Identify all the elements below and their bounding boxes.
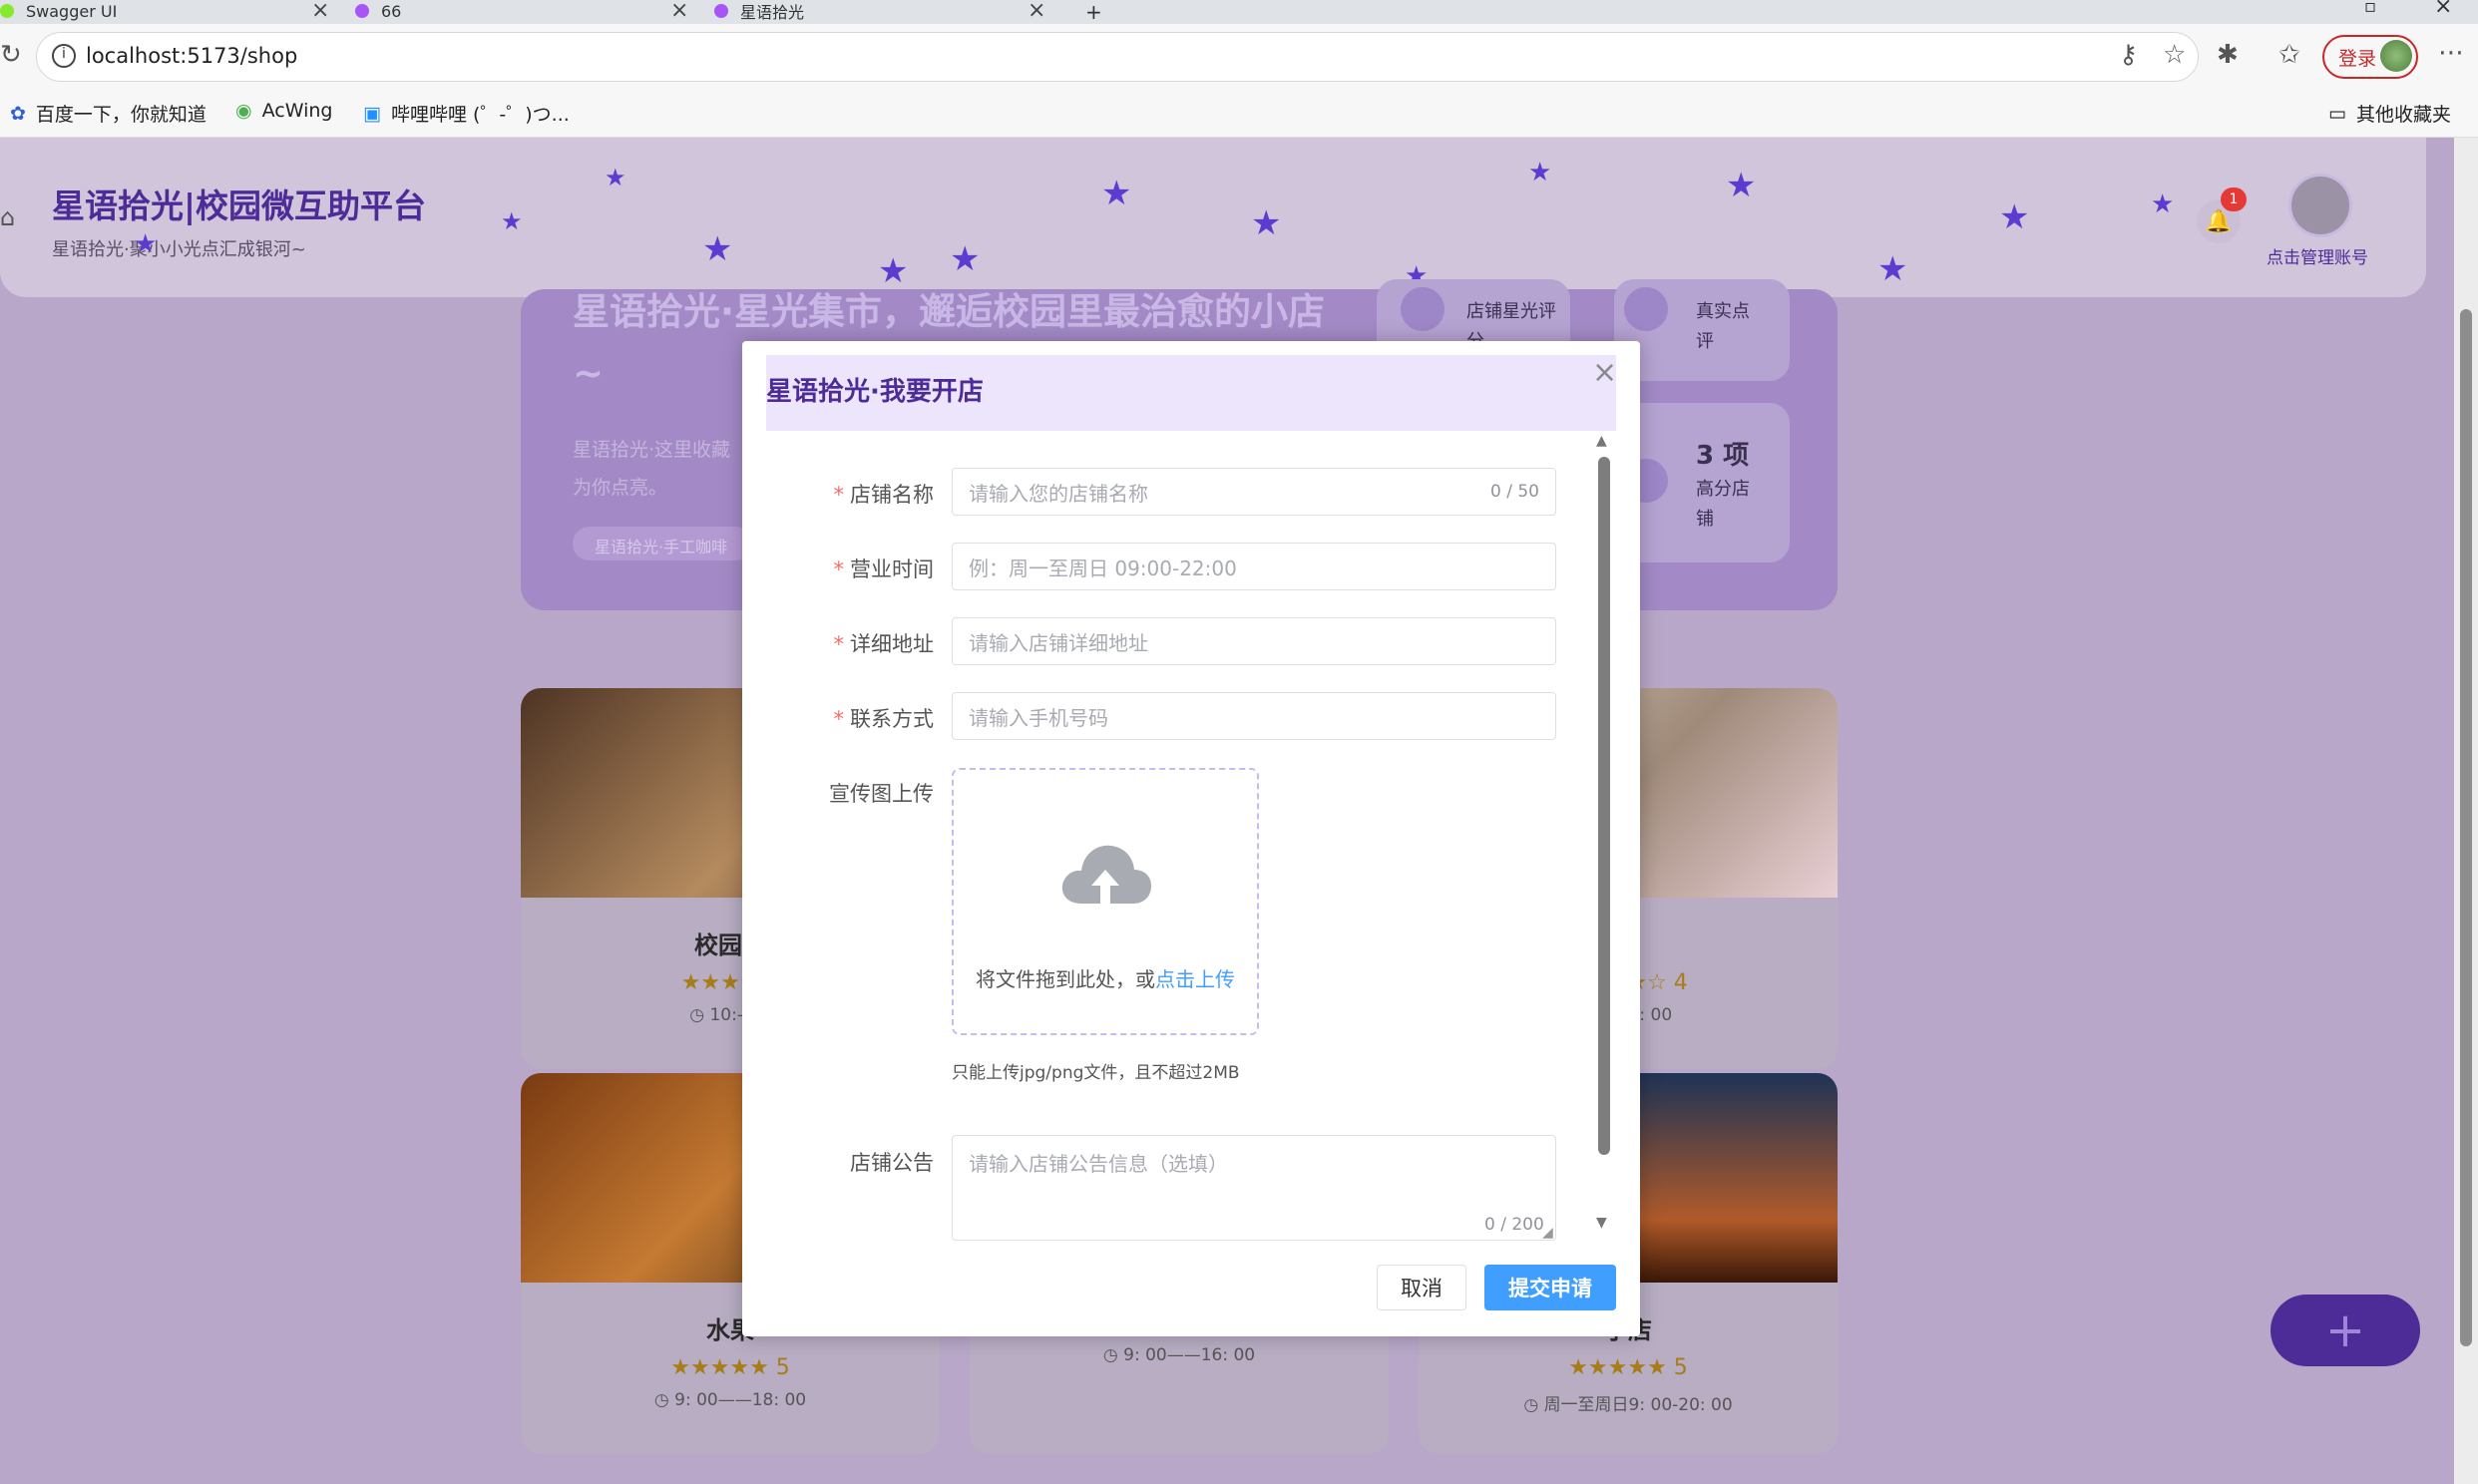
scroll-down-arrow-icon[interactable]: ▼ [1596, 1215, 1607, 1231]
vite-icon [355, 4, 369, 18]
star-rating-icon [1401, 287, 1445, 331]
user-avatar[interactable] [2288, 174, 2352, 237]
reload-icon[interactable]: ↻ [0, 40, 22, 70]
decorative-star-icon: ★ [2151, 189, 2175, 219]
manage-account-link[interactable]: 点击管理账号 [2267, 243, 2368, 268]
vite-icon [714, 4, 728, 18]
rating-stars: ★★★★★ 5 [1568, 1355, 1688, 1380]
decorative-star-icon: ★ [950, 239, 981, 279]
upload-instructions: 将文件拖到此处，或点击上传 [976, 967, 1235, 991]
decorative-star-icon: ★ [1528, 158, 1552, 187]
site-title: 星语拾光|校园微互助平台 [52, 186, 427, 225]
decorative-star-icon: ★ [1877, 249, 1908, 289]
notice-textarea[interactable]: 请输入店铺公告信息（选填） [952, 1135, 1556, 1241]
shop-hours: ◷ 9: 00——18: 00 [653, 1390, 807, 1410]
profile-avatar [2380, 40, 2412, 72]
new-tab-icon[interactable]: + [1085, 0, 1102, 24]
cancel-button[interactable]: 取消 [1377, 1265, 1466, 1310]
extensions-icon[interactable]: ✱ [2217, 40, 2239, 70]
baidu-paw-icon: ✿ [10, 102, 26, 125]
comment-icon [1624, 287, 1668, 331]
stat-label: 真实点评 [1696, 301, 1750, 352]
close-tab-icon[interactable]: × [670, 0, 688, 23]
notice-label: 店铺公告 [850, 1151, 934, 1175]
decorative-star-icon: ★ [1999, 197, 2030, 237]
tab-swagger[interactable]: Swagger UI [0, 0, 117, 22]
phone-input[interactable]: 请输入手机号码 [952, 692, 1556, 740]
address-input[interactable]: 请输入店铺详细地址 [952, 617, 1556, 665]
decorative-star-icon: ★ [501, 207, 523, 235]
stat-label: 高分店铺 [1696, 479, 1750, 530]
add-shop-fab-button[interactable]: + [2271, 1295, 2420, 1366]
tab-66[interactable]: 66 [355, 0, 401, 22]
decorative-star-icon: ★ [1101, 174, 1132, 213]
decorative-star-icon: ★ [702, 229, 733, 269]
shop-name-label: * 店铺名称 [833, 483, 935, 507]
favorite-star-icon[interactable]: ☆ [2163, 40, 2186, 70]
url-field[interactable] [36, 32, 2199, 82]
page-scrollbar-thumb[interactable] [2460, 309, 2472, 1346]
stat-value: 3 项 [1696, 441, 1750, 471]
close-window-icon[interactable]: × [2434, 0, 2452, 19]
shop-hours: ◷ 9: 00——16: 00 [1102, 1345, 1256, 1365]
acwing-icon: ◉ [235, 100, 252, 122]
close-icon[interactable]: × [1592, 355, 1617, 390]
notification-badge: 1 [2221, 187, 2247, 211]
dialog-scrollbar-thumb[interactable] [1598, 457, 1610, 1155]
tab-active[interactable]: 星语拾光 [714, 0, 804, 22]
hero-text: 星语拾光·这里收藏 为你点亮。 [573, 439, 731, 499]
rating-stars: ★★★★★ 5 [670, 1355, 790, 1380]
bookmark-bilibili[interactable]: ▣ 哔哩哔哩 (゜-゜)つ... [363, 100, 570, 127]
favorites-icon[interactable]: ✩ [2278, 40, 2300, 70]
address-label: * 详细地址 [833, 632, 935, 656]
bookmark-acwing[interactable]: ◉ AcWing [235, 100, 332, 122]
upload-label: 宣传图上传 [829, 782, 934, 806]
folder-icon: ▭ [2328, 102, 2346, 125]
char-counter: 0 / 50 [1490, 482, 1539, 502]
key-icon[interactable]: ⚷ [2119, 40, 2138, 70]
minimize-icon[interactable]: ▫ [2364, 0, 2376, 17]
business-hours-input[interactable]: 例：周一至周日 09:00-22:00 [952, 543, 1556, 590]
business-hours-label: * 营业时间 [833, 557, 935, 581]
hero-tag: 星语拾光·手工咖啡 [573, 527, 752, 560]
close-tab-icon[interactable]: × [1028, 0, 1045, 23]
upload-cloud-icon [1061, 845, 1152, 904]
bilibili-tv-icon: ▣ [363, 102, 381, 125]
decorative-star-icon: ★ [1251, 203, 1282, 243]
upload-tip: 只能上传jpg/png文件，且不超过2MB [952, 1063, 1240, 1083]
resize-handle-icon[interactable]: ◢ [1542, 1225, 1553, 1241]
bookmark-baidu[interactable]: ✿ 百度一下，你就知道 [10, 100, 206, 127]
close-tab-icon[interactable]: × [311, 0, 329, 23]
stat-label: 店铺星光评分 [1466, 301, 1556, 347]
home-icon[interactable]: ⌂ [0, 203, 15, 231]
site-subtitle: 星语拾光·聚小小光点汇成银河~ [52, 239, 306, 260]
contact-label: * 联系方式 [833, 707, 935, 731]
submit-application-button[interactable]: 提交申请 [1484, 1265, 1616, 1310]
other-bookmarks[interactable]: ▭ 其他收藏夹 [2328, 100, 2451, 127]
site-info-icon[interactable]: i [52, 44, 76, 68]
decorative-star-icon: ★ [134, 229, 158, 259]
click-upload-link[interactable]: 点击上传 [1155, 967, 1235, 991]
url-text: localhost:5173/shop [86, 44, 298, 68]
more-menu-icon[interactable]: ⋯ [2438, 38, 2464, 68]
swagger-icon [0, 4, 14, 18]
scroll-up-arrow-icon[interactable]: ▲ [1596, 433, 1607, 449]
dialog-title: 星语拾光·我要开店 [766, 377, 984, 407]
decorative-star-icon: ★ [1726, 166, 1757, 205]
shop-name-input[interactable]: 请输入您的店铺名称 0 / 50 [952, 468, 1556, 516]
decorative-star-icon: ★ [605, 164, 626, 191]
char-counter: 0 / 200 [1484, 1215, 1544, 1235]
shop-hours: ◷ 周一至周日9: 00-20: 00 [1523, 1395, 1733, 1415]
